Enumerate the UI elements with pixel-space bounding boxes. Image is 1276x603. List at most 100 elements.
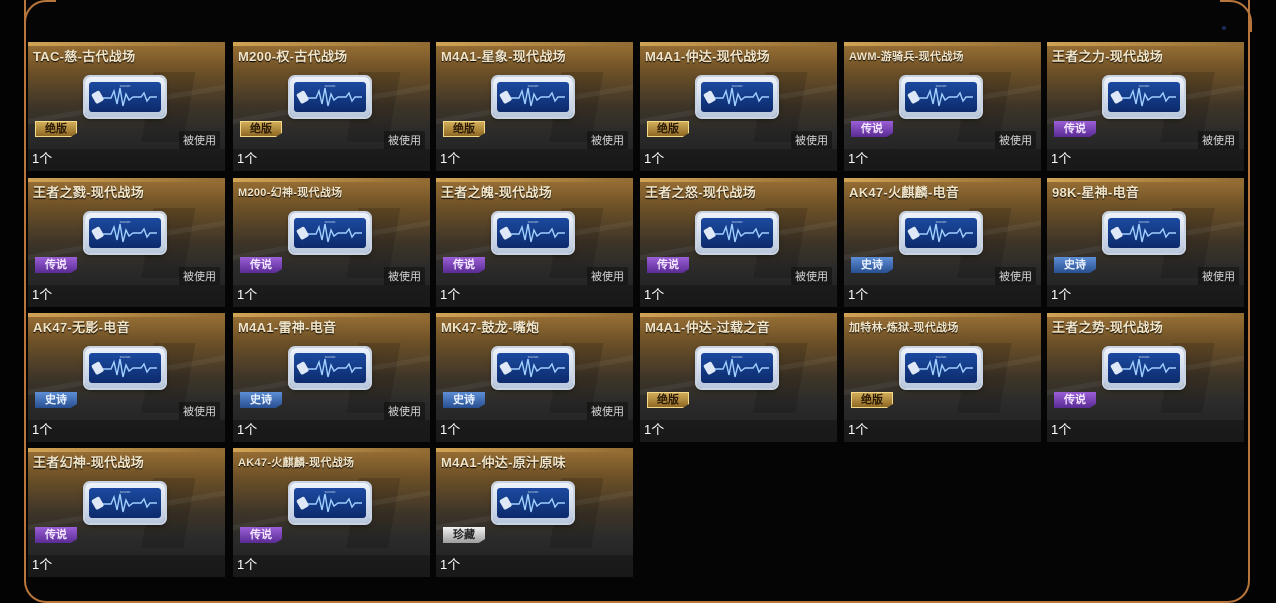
rarity-badge: 传说	[1054, 392, 1096, 408]
item-card[interactable]: M4A1-仲达-原汁原味 SOUND 珍藏 1个	[436, 448, 633, 577]
svg-text:SOUND: SOUND	[732, 84, 744, 88]
item-name: AK47-无影-电音	[33, 320, 130, 335]
item-count: 1个	[644, 287, 665, 302]
rarity-badge: 传说	[240, 257, 282, 273]
item-name: AK47-火麒麟-电音	[849, 185, 960, 200]
sound-wave-icon: SOUND	[1110, 220, 1176, 243]
item-card[interactable]: 王者之力-现代战场 SOUND 传说 被使用 1个	[1047, 42, 1244, 171]
item-card[interactable]: M4A1-雷神-电音 SOUND 史诗 被使用 1个	[233, 313, 430, 442]
sound-card-icon: SOUND	[493, 213, 573, 253]
item-grid: TAC-慈-古代战场 SOUND 绝版 被使用 1个 M200-权-古代战场 SOUND 绝版…	[28, 42, 1250, 578]
item-card[interactable]: M200-幻神-现代战场 SOUND 传说 被使用 1个	[233, 178, 430, 307]
sound-wave-icon: SOUND	[91, 84, 157, 107]
sound-wave-icon: SOUND	[1110, 84, 1176, 107]
in-use-label: 被使用	[995, 131, 1036, 149]
sound-card-icon: SOUND	[290, 213, 370, 253]
sound-card-icon: SOUND	[493, 348, 573, 388]
item-name: 王者幻神-现代战场	[33, 455, 145, 470]
in-use-label: 被使用	[384, 131, 425, 149]
item-name: 加特林-炼狱-现代战场	[849, 322, 959, 334]
svg-text:SOUND: SOUND	[325, 220, 337, 224]
item-card[interactable]: M4A1-仲达-过载之音 SOUND 绝版 1个	[640, 313, 837, 442]
rarity-badge: 传说	[443, 257, 485, 273]
item-name: 98K-星神-电音	[1052, 185, 1140, 200]
item-count: 1个	[440, 287, 461, 302]
rarity-badge: 传说	[35, 527, 77, 543]
count-bar	[28, 149, 225, 171]
count-bar	[1047, 149, 1244, 171]
count-bar	[28, 555, 225, 577]
sound-card-icon: SOUND	[290, 77, 370, 117]
count-bar	[640, 285, 837, 307]
item-name: M200-权-古代战场	[238, 49, 348, 64]
item-count: 1个	[440, 557, 461, 572]
item-card[interactable]: MK47-鼓龙-嘴炮 SOUND 史诗 被使用 1个	[436, 313, 633, 442]
in-use-label: 被使用	[179, 267, 220, 285]
rarity-badge: 绝版	[647, 392, 689, 408]
rarity-badge: 绝版	[240, 121, 282, 137]
item-card[interactable]: M4A1-星象-现代战场 SOUND 绝版 被使用 1个	[436, 42, 633, 171]
sound-card-icon: SOUND	[290, 348, 370, 388]
svg-text:SOUND: SOUND	[120, 84, 132, 88]
item-count: 1个	[644, 422, 665, 437]
item-count: 1个	[1051, 151, 1072, 166]
sound-card-icon: SOUND	[697, 213, 777, 253]
item-name: M4A1-雷神-电音	[238, 320, 337, 335]
svg-text:SOUND: SOUND	[1139, 84, 1151, 88]
sound-wave-icon: SOUND	[499, 355, 565, 378]
sound-card-icon: SOUND	[85, 348, 165, 388]
item-count: 1个	[237, 422, 258, 437]
rarity-badge: 珍藏	[443, 527, 485, 543]
sound-wave-icon: SOUND	[296, 84, 362, 107]
item-card[interactable]: AK47-无影-电音 SOUND 史诗 被使用 1个	[28, 313, 225, 442]
sound-card-icon: SOUND	[85, 77, 165, 117]
item-name: AWM-游骑兵-现代战场	[849, 51, 964, 63]
rarity-badge: 史诗	[35, 392, 77, 408]
item-card[interactable]: 王者之势-现代战场 SOUND 传说 1个	[1047, 313, 1244, 442]
count-bar	[844, 149, 1041, 171]
svg-text:SOUND: SOUND	[528, 220, 540, 224]
in-use-label: 被使用	[587, 402, 628, 420]
count-bar	[28, 420, 225, 442]
item-card[interactable]: 加特林-炼狱-现代战场 SOUND 绝版 1个	[844, 313, 1041, 442]
item-card[interactable]: AWM-游骑兵-现代战场 SOUND 传说 被使用 1个	[844, 42, 1041, 171]
sound-wave-icon: SOUND	[296, 220, 362, 243]
count-bar	[436, 420, 633, 442]
item-count: 1个	[32, 422, 53, 437]
svg-text:SOUND: SOUND	[120, 355, 132, 359]
item-card[interactable]: AK47-火麒麟-电音 SOUND 史诗 被使用 1个	[844, 178, 1041, 307]
item-card[interactable]: 王者之怒-现代战场 SOUND 传说 被使用 1个	[640, 178, 837, 307]
item-count: 1个	[848, 287, 869, 302]
count-bar	[640, 149, 837, 171]
svg-text:SOUND: SOUND	[325, 84, 337, 88]
item-card[interactable]: M4A1-仲达-现代战场 SOUND 绝版 被使用 1个	[640, 42, 837, 171]
count-bar	[844, 420, 1041, 442]
svg-text:SOUND: SOUND	[936, 220, 948, 224]
item-count: 1个	[1051, 422, 1072, 437]
item-card[interactable]: 98K-星神-电音 SOUND 史诗 被使用 1个	[1047, 178, 1244, 307]
svg-text:SOUND: SOUND	[325, 490, 337, 494]
rarity-badge: 史诗	[443, 392, 485, 408]
count-bar	[233, 149, 430, 171]
item-card[interactable]: 王者幻神-现代战场 SOUND 传说 1个	[28, 448, 225, 577]
sound-card-icon: SOUND	[493, 77, 573, 117]
in-use-label: 被使用	[791, 267, 832, 285]
item-card[interactable]: TAC-慈-古代战场 SOUND 绝版 被使用 1个	[28, 42, 225, 171]
item-count: 1个	[237, 151, 258, 166]
item-count: 1个	[237, 557, 258, 572]
svg-text:SOUND: SOUND	[1139, 220, 1151, 224]
item-card[interactable]: 王者之戮-现代战场 SOUND 传说 被使用 1个	[28, 178, 225, 307]
in-use-label: 被使用	[995, 267, 1036, 285]
count-bar	[233, 555, 430, 577]
item-card[interactable]: M200-权-古代战场 SOUND 绝版被使用 1个	[233, 42, 430, 171]
item-name: 王者之势-现代战场	[1052, 320, 1164, 335]
item-card[interactable]: 王者之魄-现代战场 SOUND 传说 被使用 1个	[436, 178, 633, 307]
item-count: 1个	[848, 151, 869, 166]
item-name: 王者之怒-现代战场	[645, 185, 757, 200]
sound-card-icon: SOUND	[697, 77, 777, 117]
svg-text:SOUND: SOUND	[528, 355, 540, 359]
count-bar	[1047, 285, 1244, 307]
item-card[interactable]: AK47-火麒麟-现代战场 SOUND 传说 1个	[233, 448, 430, 577]
sound-card-icon: SOUND	[901, 348, 981, 388]
item-name: M4A1-星象-现代战场	[441, 49, 566, 64]
